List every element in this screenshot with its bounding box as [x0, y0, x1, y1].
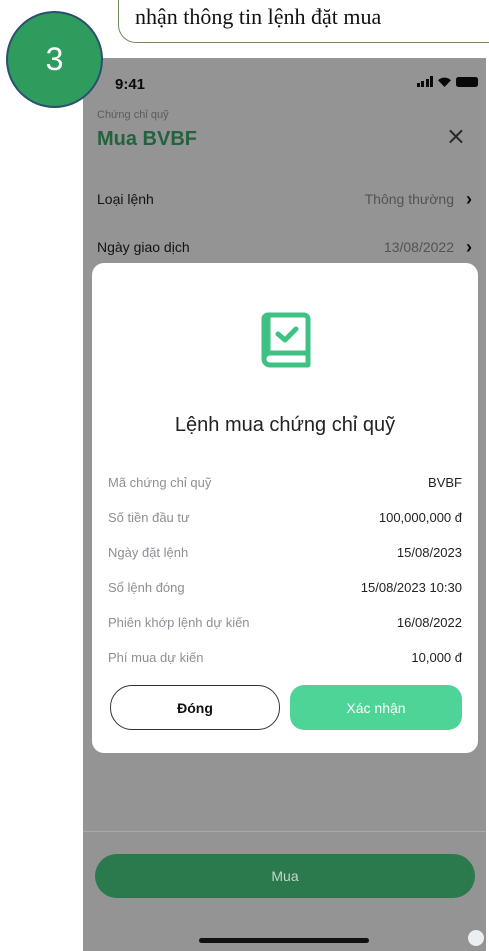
- phone-screen: 9:41 Chứng chỉ quỹ Mua BVBF × Loại lệnh …: [83, 58, 486, 951]
- order-confirmation-modal: Lệnh mua chứng chỉ quỹ Mã chứng chỉ quỹ …: [92, 263, 478, 753]
- detail-row: Phiên khớp lệnh dự kiến 16/08/2022: [108, 611, 462, 633]
- home-indicator: [199, 938, 369, 943]
- detail-label: Sổ lệnh đóng: [108, 579, 185, 595]
- close-button[interactable]: Đóng: [110, 685, 280, 730]
- detail-label: Phiên khớp lệnh dự kiến: [108, 614, 250, 630]
- document-check-icon: [261, 312, 311, 368]
- modal-title: Lệnh mua chứng chỉ quỹ: [174, 414, 396, 436]
- close-button-label: Đóng: [177, 699, 213, 716]
- confirm-button-label: Xác nhận: [346, 699, 406, 716]
- corner-decoration: [468, 930, 484, 946]
- detail-value: 16/08/2022: [396, 614, 462, 630]
- detail-row: Mã chứng chỉ quỹ BVBF: [108, 471, 462, 493]
- buy-button[interactable]: Mua: [95, 854, 475, 898]
- caption-box: nhận thông tin lệnh đặt mua: [118, 0, 489, 43]
- detail-row: Phí mua dự kiến 10,000 đ: [108, 646, 462, 668]
- detail-row: Sổ lệnh đóng 15/08/2023 10:30: [108, 576, 462, 598]
- detail-label: Mã chứng chỉ quỹ: [108, 474, 212, 490]
- detail-row: Số tiền đầu tư 100,000,000 đ: [108, 506, 462, 528]
- detail-row: Ngày đặt lệnh 15/08/2023: [108, 541, 462, 563]
- detail-label: Ngày đặt lệnh: [108, 544, 189, 560]
- step-number-badge: 3: [6, 11, 103, 108]
- caption-text: nhận thông tin lệnh đặt mua: [135, 4, 382, 29]
- buy-button-label: Mua: [271, 868, 299, 884]
- detail-label: Số tiền đầu tư: [108, 509, 190, 525]
- tutorial-page: nhận thông tin lệnh đặt mua 3 9:41 Chứng…: [0, 0, 489, 951]
- detail-value: 15/08/2023 10:30: [360, 579, 462, 595]
- detail-value: 10,000 đ: [411, 649, 462, 665]
- footer-divider: [83, 831, 486, 832]
- step-number: 3: [45, 41, 64, 77]
- detail-value: 100,000,000 đ: [378, 509, 462, 525]
- confirm-button[interactable]: Xác nhận: [290, 685, 462, 730]
- detail-label: Phí mua dự kiến: [108, 649, 204, 665]
- detail-value: BVBF: [428, 474, 462, 490]
- detail-value: 15/08/2023: [396, 544, 462, 560]
